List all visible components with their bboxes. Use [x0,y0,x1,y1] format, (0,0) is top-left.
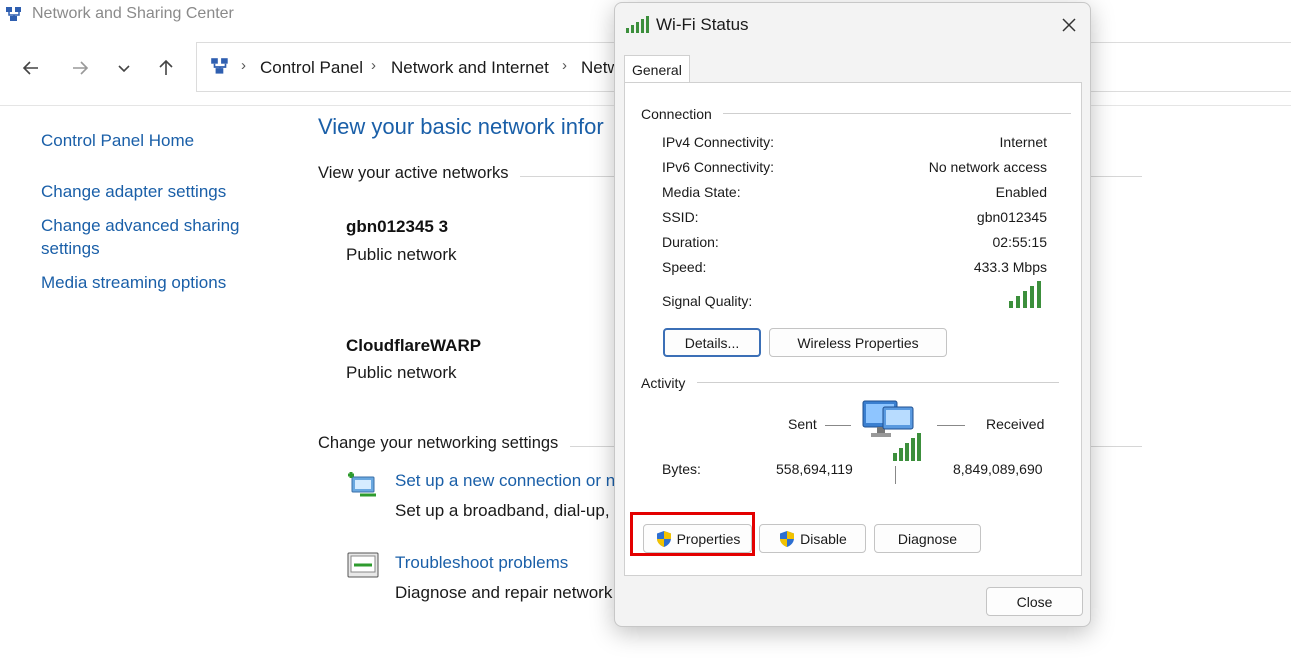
media-state-label: Media State: [662,184,741,200]
sidebar-item-adapter-settings[interactable]: Change adapter settings [41,180,226,203]
sent-line [825,425,851,426]
bytes-sent-value: 558,694,119 [776,461,853,477]
chevron-down-icon [118,65,130,73]
network-name: gbn012345 3 [346,217,449,236]
close-button[interactable]: Close [986,587,1083,616]
arrow-right-icon [73,61,89,75]
breadcrumb-separator-icon: › [371,57,376,74]
dialog-title: Wi-Fi Status [656,15,749,34]
signal-icon [626,16,649,33]
dialog-close-button[interactable] [1055,11,1083,39]
recent-locations-button[interactable] [110,54,138,82]
networking-settings-heading: Change your networking settings [318,434,559,452]
speed-label: Speed: [662,259,707,275]
diagnose-button[interactable]: Diagnose [874,524,981,553]
duration-label: Duration: [662,234,719,250]
ipv4-value: Internet [999,134,1047,150]
ipv6-label: IPv6 Connectivity: [662,159,775,175]
activity-heading: Activity [641,375,686,391]
highlight-box [630,512,755,556]
disable-button[interactable]: Disable [759,524,866,553]
breadcrumb-separator-icon: › [562,57,567,74]
breadcrumb-control-panel[interactable]: Control Panel [260,58,363,78]
up-button[interactable] [152,54,180,82]
connection-heading: Connection [641,106,712,122]
sidebar-item-media-streaming[interactable]: Media streaming options [41,271,226,294]
troubleshoot-icon [347,552,379,578]
tab-general[interactable]: General [624,55,690,83]
network-type: Public network [346,363,457,382]
network-type: Public network [346,245,457,264]
wireless-properties-label: Wireless Properties [797,334,919,351]
page-title: View your basic network infor [318,114,604,139]
close-icon [1062,18,1076,32]
speed-value: 433.3 Mbps [973,259,1047,275]
active-networks-heading: View your active networks [318,164,509,182]
sent-label: Sent [788,416,817,432]
forward-button[interactable] [66,54,94,82]
ssid-value: gbn012345 [976,209,1047,225]
troubleshoot-description: Diagnose and repair network [395,583,613,602]
bytes-received-value: 8,849,089,690 [953,461,1043,477]
bytes-divider [895,466,896,484]
general-panel: Connection IPv4 Connectivity: Internet I… [624,82,1082,576]
received-label: Received [986,416,1045,432]
sidebar-item-advanced-sharing[interactable]: Change advanced sharing settings [41,214,251,260]
sidebar-item-control-panel-home[interactable]: Control Panel Home [41,129,194,152]
network-center-icon [6,7,21,21]
close-button-label: Close [1016,593,1053,610]
back-button[interactable] [17,54,45,82]
duration-value: 02:55:15 [992,234,1048,250]
signal-quality-label: Signal Quality: [662,293,753,309]
breadcrumb-network-internet[interactable]: Network and Internet [391,58,549,78]
control-panel-icon [211,58,228,74]
breadcrumb-separator-icon: › [241,57,246,74]
media-state-value: Enabled [995,184,1047,200]
ipv4-label: IPv4 Connectivity: [662,134,775,150]
details-button-label: Details... [684,334,740,351]
computers-icon [862,400,921,461]
uac-shield-icon [780,530,795,547]
disable-button-label: Disable [800,530,847,547]
group-divider [723,113,1071,114]
ipv6-value: No network access [928,159,1047,175]
wireless-properties-button[interactable]: Wireless Properties [769,328,947,357]
received-line [937,425,965,426]
group-divider [697,382,1059,383]
network-name: CloudflareWARP [346,336,482,355]
setup-connection-link[interactable]: Set up a new connection or n [395,471,615,491]
arrow-left-icon [22,61,38,75]
troubleshoot-link[interactable]: Troubleshoot problems [395,553,568,573]
bytes-label: Bytes: [662,461,701,477]
setup-connection-description: Set up a broadband, dial-up, [395,501,610,520]
window-title: Network and Sharing Center [32,5,234,22]
signal-strength-icon [1009,281,1041,308]
ssid-label: SSID: [662,209,699,225]
arrow-up-icon [159,59,173,75]
details-button[interactable]: Details... [663,328,761,357]
new-connection-icon [348,472,376,497]
diagnose-button-label: Diagnose [897,530,958,547]
